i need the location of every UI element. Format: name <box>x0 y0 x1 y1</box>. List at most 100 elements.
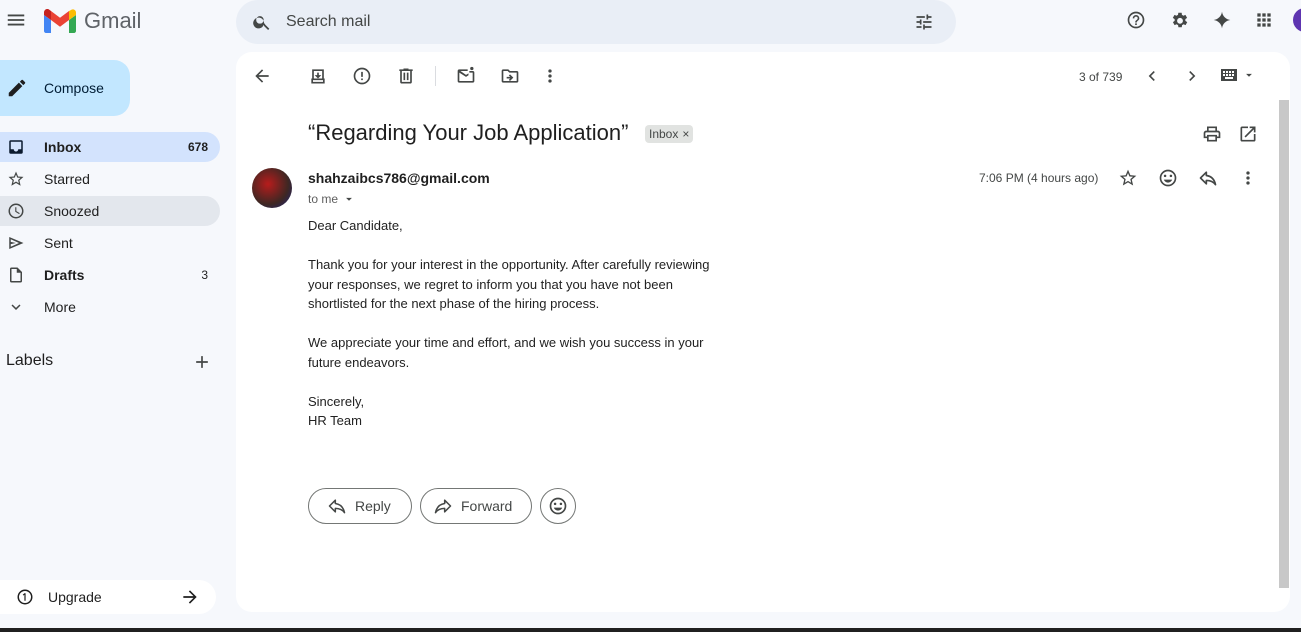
sidebar-item-label: More <box>44 299 76 315</box>
draft-count: 3 <box>201 268 208 282</box>
help-icon <box>1127 11 1145 29</box>
mark-unread-button[interactable] <box>450 60 482 92</box>
recipient-details-toggle[interactable]: to me <box>308 192 356 206</box>
email-subject: “Regarding Your Job Application” <box>308 120 629 145</box>
search-input[interactable] <box>286 13 886 31</box>
chip-label: Inbox <box>649 127 679 141</box>
back-button[interactable] <box>246 60 278 92</box>
message-timestamp: 7:06 PM (4 hours ago) <box>979 171 1099 185</box>
gmail-m-icon <box>44 9 76 33</box>
account-avatar[interactable] <box>1293 8 1301 32</box>
email-body: Dear Candidate, Thank you for your inter… <box>308 216 718 431</box>
sidebar-item-drafts[interactable]: Drafts 3 <box>0 260 220 290</box>
chevron-right-icon <box>1189 71 1196 81</box>
scrollbar[interactable] <box>1279 100 1289 588</box>
star-button[interactable] <box>1112 162 1144 194</box>
gemini-button[interactable] <box>1206 4 1238 36</box>
sidebar-item-snoozed[interactable]: Snoozed <box>0 196 220 226</box>
sidebar-item-more[interactable]: More <box>0 292 220 322</box>
print-all-button[interactable] <box>1196 118 1228 150</box>
sidebar-item-inbox[interactable]: Inbox 678 <box>0 132 220 162</box>
emoji-reaction-button[interactable] <box>540 488 576 524</box>
sidebar-item-sent[interactable]: Sent <box>0 228 220 258</box>
reply-icon-button[interactable] <box>1192 162 1224 194</box>
input-tools-button[interactable] <box>1220 68 1256 82</box>
forward-button[interactable]: Forward <box>420 488 532 524</box>
older-button[interactable] <box>1176 60 1208 92</box>
upgrade-icon <box>16 588 34 606</box>
open-new-window-button[interactable] <box>1232 118 1264 150</box>
sidebar-item-starred[interactable]: Starred <box>0 164 220 194</box>
reply-icon <box>1199 171 1217 186</box>
reply-icon <box>328 499 346 514</box>
report-spam-button[interactable] <box>346 60 378 92</box>
inbox-icon <box>9 140 23 154</box>
chevron-down-icon <box>11 304 21 310</box>
create-label-button[interactable] <box>186 346 218 378</box>
sidebar-item-label: Snoozed <box>44 203 100 219</box>
arrow-right-icon <box>174 581 206 613</box>
sidebar-item-label: Inbox <box>44 139 82 155</box>
folder-move-icon <box>501 69 519 83</box>
more-vert-icon <box>548 69 552 83</box>
search-button[interactable] <box>246 6 278 38</box>
main-menu-button[interactable] <box>0 4 32 36</box>
more-vert-icon <box>1246 171 1250 185</box>
upgrade-button[interactable]: Upgrade <box>0 580 216 614</box>
newer-button[interactable] <box>1136 60 1168 92</box>
caret-down-icon <box>346 197 352 201</box>
archive-icon <box>311 69 325 84</box>
forward-icon <box>434 499 452 514</box>
star-outline-icon <box>1119 169 1137 186</box>
compose-button[interactable]: Compose <box>0 60 130 116</box>
sparkle-icon <box>1213 11 1231 29</box>
trash-icon <box>399 68 413 84</box>
sidebar-item-label: Starred <box>44 171 90 187</box>
move-to-button[interactable] <box>494 60 526 92</box>
inbox-label-chip[interactable]: Inbox × <box>645 125 694 143</box>
pagination-text: 3 of 739 <box>1079 70 1123 84</box>
google-apps-button[interactable] <box>1248 4 1280 36</box>
search-bar[interactable] <box>236 0 956 44</box>
archive-button[interactable] <box>302 60 334 92</box>
smiley-icon <box>549 497 567 515</box>
settings-button[interactable] <box>1164 4 1196 36</box>
pencil-icon <box>8 79 26 97</box>
search-icon <box>253 16 270 30</box>
toolbar-divider <box>435 66 436 86</box>
reply-button[interactable]: Reply <box>308 488 412 524</box>
sender-email[interactable]: shahzaibcs786@gmail.com <box>308 170 490 186</box>
taskbar-edge <box>0 628 1301 632</box>
sender-avatar[interactable] <box>252 168 292 208</box>
sidebar-item-label: Sent <box>44 235 73 251</box>
forward-label: Forward <box>461 498 513 514</box>
body-greeting: Dear Candidate, <box>308 218 403 233</box>
hamburger-icon <box>7 14 25 26</box>
message-view: 3 of 739 “Regarding Your Job Application… <box>236 52 1290 612</box>
delete-button[interactable] <box>390 60 422 92</box>
labels-heading: Labels <box>6 352 54 369</box>
remove-label-icon[interactable]: × <box>682 127 689 141</box>
mark-unread-icon <box>457 66 475 83</box>
keyboard-icon <box>1221 69 1237 81</box>
report-icon <box>353 67 371 85</box>
apps-grid-icon <box>1257 13 1271 27</box>
dropdown-arrow-icon <box>1246 73 1252 77</box>
tune-icon <box>916 14 932 30</box>
star-icon <box>8 171 24 186</box>
gear-icon <box>1172 12 1188 28</box>
message-more-button[interactable] <box>1232 162 1264 194</box>
draft-icon <box>10 267 22 283</box>
add-reaction-button[interactable] <box>1152 162 1184 194</box>
clock-icon <box>8 203 24 219</box>
open-in-new-icon <box>1240 126 1256 142</box>
gmail-logo[interactable]: Gmail <box>44 8 141 34</box>
arrow-left-icon <box>255 69 269 83</box>
smiley-icon <box>1159 169 1177 187</box>
print-icon <box>1203 126 1221 142</box>
more-options-button[interactable] <box>534 60 566 92</box>
plus-icon <box>196 356 208 368</box>
help-button[interactable] <box>1120 4 1152 36</box>
search-options-button[interactable] <box>908 6 940 38</box>
body-signature: HR Team <box>308 413 362 428</box>
